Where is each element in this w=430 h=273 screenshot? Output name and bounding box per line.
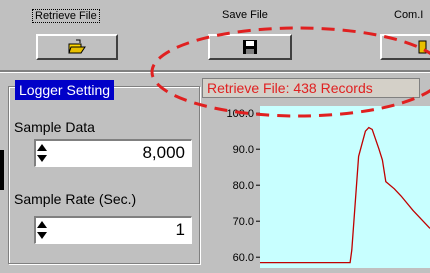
annotation-overlay <box>150 26 430 118</box>
highlight-ellipse <box>150 26 430 118</box>
